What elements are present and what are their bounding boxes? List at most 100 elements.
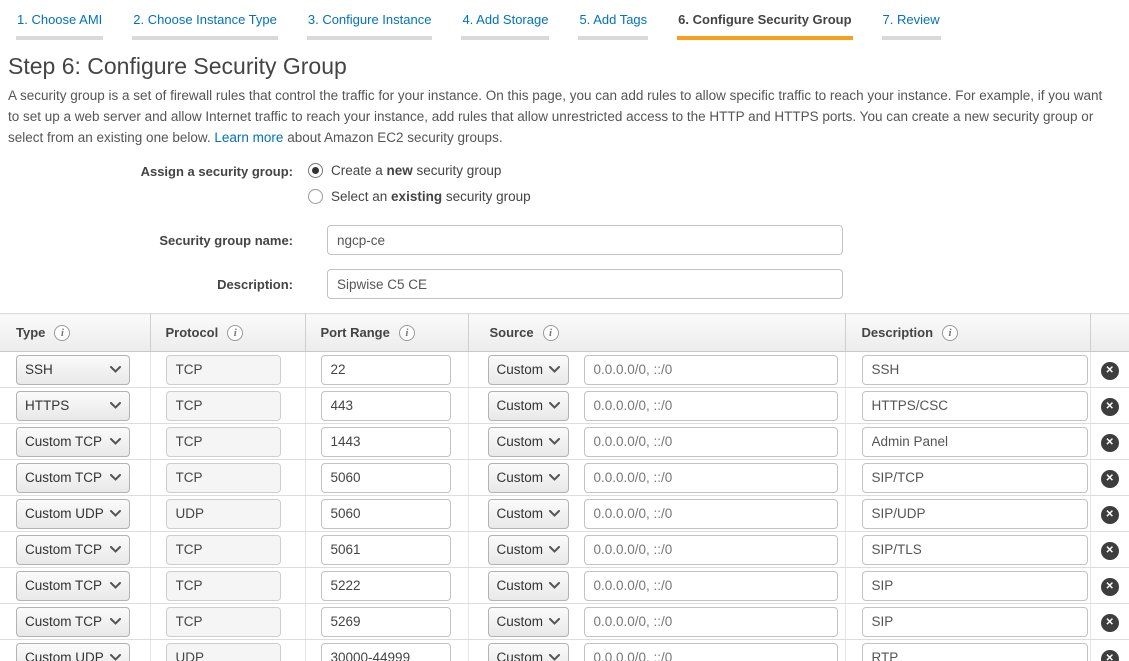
chevron-down-icon (549, 474, 560, 481)
security-rule-row: HTTPS Custom ✕ (0, 388, 1129, 424)
chevron-down-icon (549, 438, 560, 445)
security-group-name-label: Security group name: (0, 225, 302, 248)
delete-rule-button[interactable]: ✕ (1101, 398, 1119, 416)
security-rule-row: Custom TCP Custom ✕ (0, 568, 1129, 604)
type-select[interactable]: Custom TCP (16, 427, 130, 457)
source-type-select[interactable]: Custom (488, 643, 569, 661)
type-select[interactable]: Custom UDP (16, 499, 130, 529)
source-input[interactable] (584, 607, 838, 637)
source-input[interactable] (584, 535, 838, 565)
port-range-input[interactable] (321, 463, 451, 493)
chevron-down-icon (549, 510, 560, 517)
security-group-description-input[interactable] (327, 269, 843, 299)
source-input[interactable] (584, 643, 838, 661)
source-type-select[interactable]: Custom (488, 463, 569, 493)
radio-unselected-icon[interactable] (308, 189, 323, 204)
chevron-down-icon (549, 546, 560, 553)
source-input[interactable] (584, 391, 838, 421)
protocol-field (166, 355, 281, 385)
port-range-input[interactable] (321, 535, 451, 565)
tab-7-review[interactable]: 7. Review (882, 0, 941, 40)
delete-rule-button[interactable]: ✕ (1101, 470, 1119, 488)
tab-1-choose-ami[interactable]: 1. Choose AMI (16, 0, 103, 40)
source-type-select[interactable]: Custom (488, 607, 569, 637)
column-header-actions (1090, 314, 1129, 352)
description-input[interactable] (862, 643, 1088, 661)
column-header-protocol: Protocoli (150, 314, 305, 352)
source-input[interactable] (584, 499, 838, 529)
tab-6-configure-security-group[interactable]: 6. Configure Security Group (677, 0, 852, 40)
radio-new-label: Create a new security group (331, 163, 501, 178)
security-rule-row: Custom TCP Custom ✕ (0, 604, 1129, 640)
info-icon[interactable]: i (942, 325, 958, 341)
tab-2-choose-instance-type[interactable]: 2. Choose Instance Type (132, 0, 278, 40)
type-select[interactable]: Custom TCP (16, 463, 130, 493)
chevron-down-icon (110, 546, 121, 553)
port-range-input[interactable] (321, 355, 451, 385)
description-input[interactable] (862, 607, 1088, 637)
delete-rule-button[interactable]: ✕ (1101, 614, 1119, 632)
port-range-input[interactable] (321, 427, 451, 457)
info-icon[interactable]: i (399, 325, 415, 341)
protocol-field (166, 535, 281, 565)
port-range-input[interactable] (321, 607, 451, 637)
source-type-select[interactable]: Custom (488, 427, 569, 457)
source-input[interactable] (584, 463, 838, 493)
source-input[interactable] (584, 427, 838, 457)
description-input[interactable] (862, 427, 1088, 457)
protocol-field (166, 499, 281, 529)
source-type-select[interactable]: Custom (488, 535, 569, 565)
source-type-select[interactable]: Custom (488, 571, 569, 601)
chevron-down-icon (110, 474, 121, 481)
description-input[interactable] (862, 391, 1088, 421)
tab-5-add-tags[interactable]: 5. Add Tags (578, 0, 648, 40)
port-range-input[interactable] (321, 571, 451, 601)
port-range-input[interactable] (321, 643, 451, 661)
protocol-field (166, 427, 281, 457)
type-select[interactable]: Custom UDP (16, 643, 130, 661)
protocol-field (166, 463, 281, 493)
description-input[interactable] (862, 355, 1088, 385)
description-input[interactable] (862, 535, 1088, 565)
source-type-select[interactable]: Custom (488, 391, 569, 421)
radio-create-new-group[interactable]: Create a new security group (308, 163, 531, 178)
port-range-input[interactable] (321, 499, 451, 529)
type-select[interactable]: HTTPS (16, 391, 130, 421)
source-type-select[interactable]: Custom (488, 499, 569, 529)
chevron-down-icon (549, 366, 560, 373)
type-select[interactable]: Custom TCP (16, 535, 130, 565)
radio-selected-icon[interactable] (308, 163, 323, 178)
delete-rule-button[interactable]: ✕ (1101, 362, 1119, 380)
intro-text: A security group is a set of firewall ru… (8, 85, 1117, 148)
description-input[interactable] (862, 571, 1088, 601)
security-group-name-input[interactable] (327, 225, 843, 255)
info-icon[interactable]: i (54, 325, 70, 341)
column-header-type: Typei (0, 314, 150, 352)
source-input[interactable] (584, 355, 838, 385)
chevron-down-icon (110, 582, 121, 589)
delete-rule-button[interactable]: ✕ (1101, 650, 1119, 661)
delete-rule-button[interactable]: ✕ (1101, 542, 1119, 560)
info-icon[interactable]: i (227, 325, 243, 341)
description-input[interactable] (862, 499, 1088, 529)
chevron-down-icon (110, 654, 121, 661)
description-input[interactable] (862, 463, 1088, 493)
chevron-down-icon (110, 438, 121, 445)
source-type-select[interactable]: Custom (488, 355, 569, 385)
source-input[interactable] (584, 571, 838, 601)
radio-select-existing-group[interactable]: Select an existing security group (308, 189, 531, 204)
tab-3-configure-instance[interactable]: 3. Configure Instance (307, 0, 433, 40)
port-range-input[interactable] (321, 391, 451, 421)
delete-rule-button[interactable]: ✕ (1101, 506, 1119, 524)
type-select[interactable]: Custom TCP (16, 571, 130, 601)
delete-rule-button[interactable]: ✕ (1101, 578, 1119, 596)
tab-4-add-storage[interactable]: 4. Add Storage (461, 0, 549, 40)
info-icon[interactable]: i (543, 325, 559, 341)
description-label: Description: (0, 269, 302, 292)
type-select[interactable]: Custom TCP (16, 607, 130, 637)
type-select[interactable]: SSH (16, 355, 130, 385)
intro-before-link: A security group is a set of firewall ru… (8, 88, 1102, 145)
learn-more-link[interactable]: Learn more (214, 130, 283, 145)
column-header-description: Descriptioni (845, 314, 1090, 352)
delete-rule-button[interactable]: ✕ (1101, 434, 1119, 452)
